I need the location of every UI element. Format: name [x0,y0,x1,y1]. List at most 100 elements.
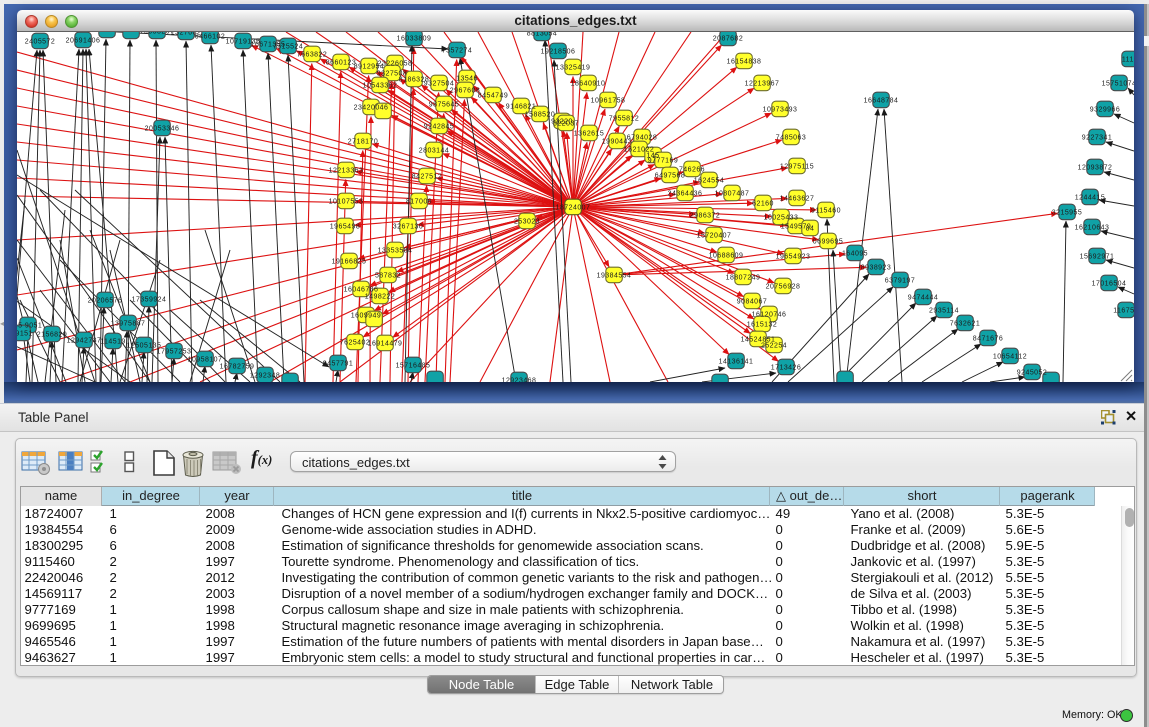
svg-text:84: 84 [806,226,815,233]
svg-text:10807487: 10807487 [715,191,750,198]
svg-text:18807249: 18807249 [726,275,761,282]
svg-text:2935114: 2935114 [929,308,959,315]
svg-text:9329966: 9329966 [1090,107,1120,114]
svg-text:10688609: 10688609 [709,253,744,260]
svg-text:1624554: 1624554 [694,178,724,185]
svg-text:6794028: 6794028 [627,135,657,142]
svg-text:1112: 1112 [1122,57,1134,64]
svg-text:0699695: 0699695 [813,239,843,246]
svg-text:322037: 322037 [553,121,579,128]
svg-text:12923468: 12923468 [502,378,537,383]
svg-text:252254: 252254 [761,343,787,350]
svg-text:164095: 164095 [842,251,868,258]
svg-text:13353584: 13353584 [378,248,413,255]
svg-text:8660123: 8660123 [326,60,356,67]
svg-text:7515524: 7515524 [273,44,303,51]
svg-text:8454749: 8454749 [478,93,508,100]
svg-text:16120746: 16120746 [752,312,787,319]
svg-text:9457791: 9457791 [323,361,353,368]
svg-text:9245052: 9245052 [1017,370,1047,377]
svg-text:2405572: 2405572 [25,39,55,46]
svg-text:7663822: 7663822 [297,52,327,59]
svg-text:12213363: 12213363 [329,168,364,175]
svg-text:2967608: 2967608 [450,88,480,95]
svg-text:10025433: 10025433 [764,215,799,222]
svg-text:20053346: 20053346 [145,126,180,133]
svg-text:9146821: 9146821 [506,104,536,111]
svg-text:12213967: 12213967 [745,81,780,88]
svg-text:1588520: 1588520 [525,112,555,119]
svg-text:19218506: 19218506 [541,49,576,56]
svg-text:15720407: 15720407 [697,233,732,240]
svg-text:13546: 13546 [456,76,478,83]
svg-text:587832: 587832 [375,273,401,280]
svg-text:10958107: 10958107 [188,357,223,364]
svg-text:16033809: 16033809 [397,36,432,43]
svg-text:16782759: 16782759 [220,364,255,371]
svg-text:2156829: 2156829 [37,332,67,339]
svg-text:16914479: 16914479 [368,341,403,348]
svg-text:7632621: 7632621 [950,321,980,328]
svg-text:8427512: 8427512 [412,174,442,181]
svg-text:1498222: 1498222 [365,294,395,301]
svg-text:20206576: 20206576 [88,298,123,305]
svg-text:9777169: 9777169 [648,158,678,165]
svg-text:10107553: 10107553 [329,199,364,206]
svg-text:15692971: 15692971 [1080,254,1115,261]
svg-text:20756928: 20756928 [766,284,801,291]
svg-text:114519: 114519 [100,339,126,346]
svg-text:17016504: 17016504 [1092,281,1127,288]
svg-text:6379197: 6379197 [885,278,915,285]
svg-text:16046786: 16046786 [344,287,379,294]
svg-text:7485063: 7485063 [776,135,806,142]
svg-text:8471676: 8471676 [973,336,1003,343]
svg-text:12975115: 12975115 [780,164,814,171]
svg-text:14463627: 14463627 [780,196,815,203]
svg-text:20691406: 20691406 [66,38,101,45]
svg-text:116753: 116753 [1113,308,1134,315]
svg-text:10973493: 10973493 [763,107,798,114]
svg-text:1362615: 1362615 [574,131,604,138]
svg-text:10961758: 10961758 [591,98,626,105]
svg-text:17957253: 17957253 [157,349,192,356]
svg-text:2718170: 2718170 [348,139,378,146]
svg-text:1965498: 1965498 [330,224,360,231]
svg-text:7625402: 7625402 [340,340,370,347]
svg-text:19654923: 19654923 [776,254,811,261]
svg-text:12093872: 12093872 [1078,165,1113,172]
svg-text:1713426: 1713426 [771,365,801,372]
svg-text:9875645: 9875645 [429,102,459,109]
svg-text:9115460: 9115460 [811,208,841,215]
svg-text:2087682: 2087682 [713,36,743,43]
svg-text:19384554: 19384554 [597,273,632,280]
svg-text:17359924: 17359924 [132,297,167,304]
svg-text:16210643: 16210643 [1075,225,1110,232]
svg-text:7955812: 7955812 [609,116,639,123]
svg-text:15751074: 15751074 [1102,81,1134,88]
svg-text:14136141: 14136141 [719,359,754,366]
svg-text:23420046: 23420046 [354,105,389,112]
svg-text:3267130: 3267130 [393,224,423,231]
svg-text:18640910: 18640910 [571,81,606,88]
svg-text:16154838: 16154838 [727,59,762,66]
svg-text:9227341: 9227341 [1082,135,1112,142]
svg-text:1609949: 1609949 [351,313,381,320]
svg-text:2803144: 2803144 [419,148,449,155]
svg-text:8813054: 8813054 [527,32,557,38]
svg-text:7357274: 7357274 [442,48,472,55]
svg-text:9327504: 9327504 [424,81,454,88]
svg-text:9084067: 9084067 [737,299,767,306]
svg-text:253023: 253023 [514,219,540,226]
svg-text:3215955: 3215955 [1052,210,1082,217]
svg-text:18724007: 18724007 [556,205,591,212]
svg-text:10653267: 10653267 [140,32,175,36]
svg-text:1615132: 1615132 [747,322,777,329]
svg-text:13325419: 13325419 [556,65,591,72]
svg-text:23226058: 23226058 [378,61,413,68]
svg-text:8938923: 8938923 [861,265,891,272]
svg-text:9242845: 9242845 [424,124,454,131]
svg-text:62160: 62160 [752,201,774,208]
svg-text:10654112: 10654112 [993,354,1027,361]
svg-text:19166825: 19166825 [332,259,367,266]
svg-text:1244415: 1244415 [1075,195,1105,202]
